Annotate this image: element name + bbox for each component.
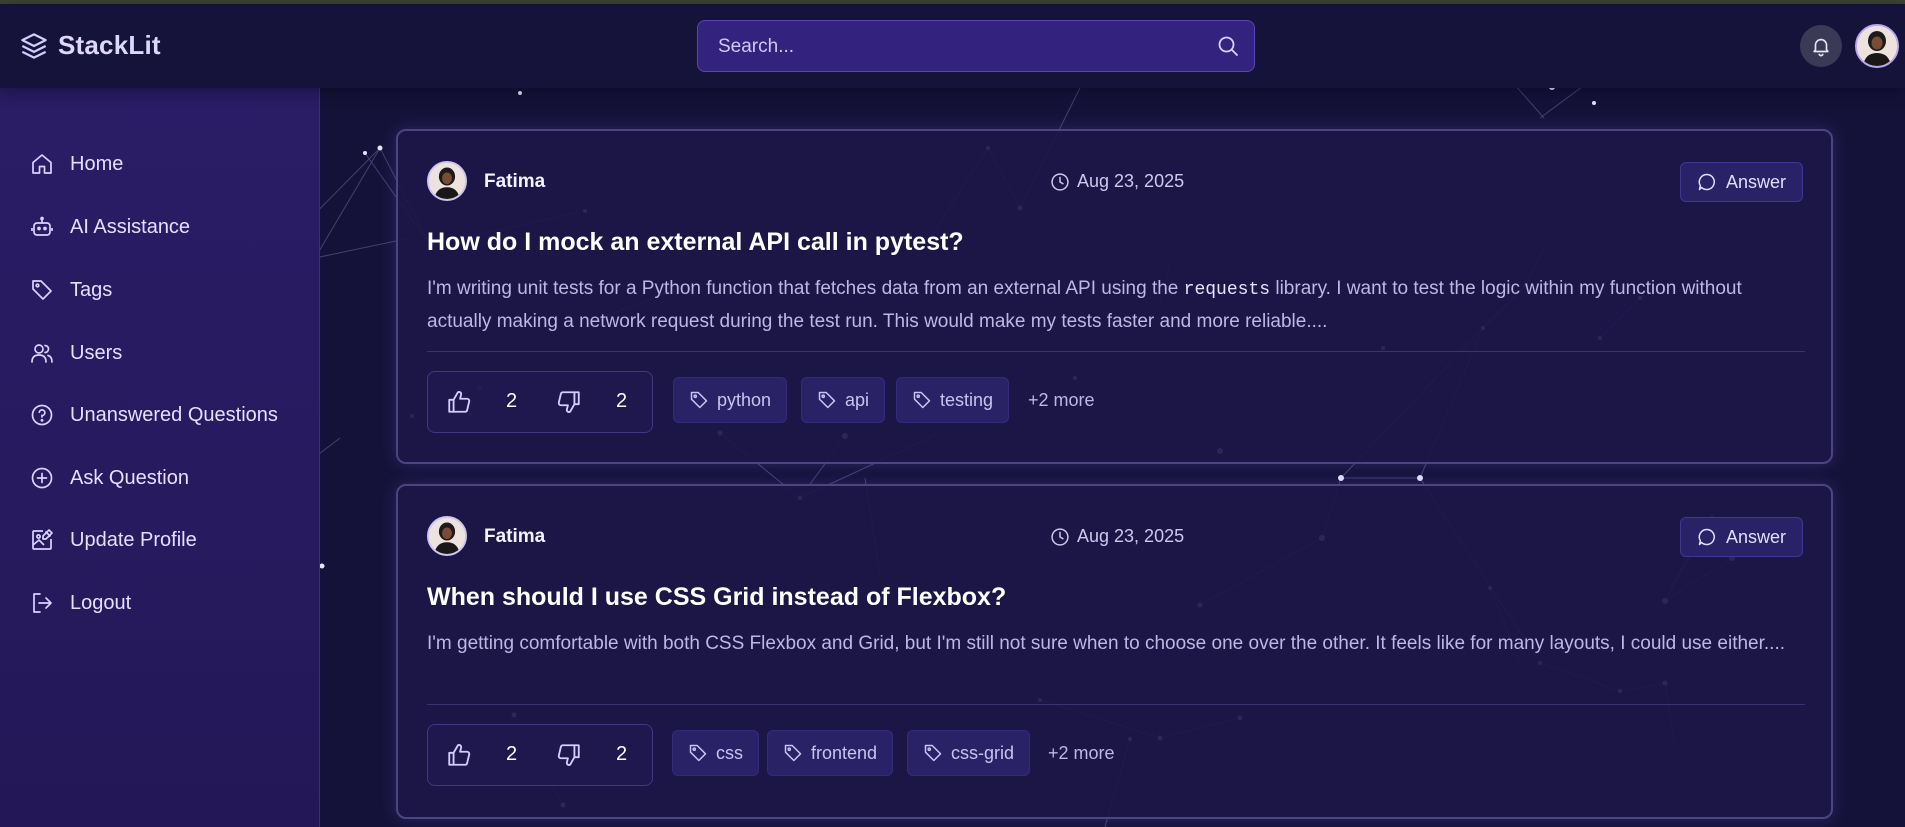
sidebar-item-label: AI Assistance: [70, 215, 191, 238]
tag-chip[interactable]: frontend: [767, 730, 894, 776]
more-tags[interactable]: +2 more: [1048, 743, 1115, 764]
tag-icon: [32, 280, 52, 300]
card-divider: [427, 704, 1805, 705]
sidebar-item-label: Logout: [70, 591, 132, 614]
answer-button[interactable]: Answer: [1679, 517, 1803, 557]
upvote-count: 2: [506, 390, 518, 412]
sidebar-item-label: Update Profile: [70, 528, 197, 551]
tag-icon: [690, 391, 708, 409]
question-circle-icon: [31, 404, 53, 426]
sidebar-item-label: Ask Question: [70, 466, 189, 489]
question-card[interactable]: Fatima Aug 23, 2025 Answer How do I mock…: [396, 129, 1833, 464]
question-card[interactable]: Fatima Aug 23, 2025 Answer When should I…: [396, 484, 1833, 819]
image-edit-icon: [32, 529, 53, 550]
layers-icon: [21, 32, 47, 59]
main-content: Fatima Aug 23, 2025 Answer How do I mock…: [320, 88, 1905, 827]
home-icon: [32, 154, 52, 174]
tag-label: css-grid: [951, 742, 1015, 763]
post-date-text: Aug 23, 2025: [1077, 526, 1185, 546]
question-title[interactable]: When should I use CSS Grid instead of Fl…: [427, 583, 1006, 612]
thumbs-down-icon[interactable]: [556, 742, 582, 768]
avatar-image: [429, 163, 465, 199]
sidebar-item-logout[interactable]: Logout: [30, 583, 131, 623]
question-excerpt: I'm getting comfortable with both CSS Fl…: [427, 633, 1785, 654]
search-input[interactable]: [698, 21, 1200, 72]
author-avatar[interactable]: [427, 516, 467, 556]
sidebar-item-ask-question[interactable]: Ask Question: [30, 458, 189, 498]
inline-code: requests: [1183, 280, 1271, 300]
bell-icon: [1813, 38, 1829, 57]
thumbs-up-icon[interactable]: [446, 389, 472, 415]
post-date: Aug 23, 2025: [1050, 526, 1184, 547]
chat-bubble-icon: [1698, 173, 1715, 191]
author-avatar[interactable]: [427, 161, 467, 201]
sidebar-item-ai-assistance[interactable]: AI Assistance: [30, 207, 190, 247]
sidebar-item-unanswered-questions[interactable]: Unanswered Questions: [30, 395, 278, 435]
robot-icon: [31, 216, 53, 236]
sidebar-item-label: Tags: [70, 278, 113, 301]
tag-label: python: [717, 389, 772, 410]
search-bar[interactable]: [697, 20, 1255, 72]
top-header: StackLit: [0, 4, 1905, 88]
author-name[interactable]: Fatima: [484, 171, 545, 193]
sidebar: Home AI Assistance Tags Users Unanswered…: [0, 88, 320, 827]
sidebar-item-update-profile[interactable]: Update Profile: [30, 520, 197, 560]
sidebar-item-label: Unanswered Questions: [70, 403, 278, 426]
tag-icon: [689, 744, 707, 762]
tag-chip[interactable]: api: [801, 377, 886, 423]
notifications-button[interactable]: [1800, 25, 1842, 67]
vote-box: 2 2: [427, 724, 653, 786]
sidebar-item-tags[interactable]: Tags: [30, 270, 112, 310]
excerpt-text: I'm writing unit tests for a Python func…: [427, 278, 1184, 299]
search-icon[interactable]: [1216, 34, 1240, 58]
downvote-count: 2: [616, 390, 628, 412]
plus-circle-icon: [31, 467, 53, 489]
clock-icon: [1051, 172, 1069, 191]
tag-chip[interactable]: python: [673, 377, 788, 423]
answer-button-label: Answer: [1725, 171, 1786, 192]
question-title[interactable]: How do I mock an external API call in py…: [427, 228, 964, 257]
clock-icon: [1051, 527, 1069, 546]
more-tags[interactable]: +2 more: [1028, 390, 1095, 411]
tag-label: api: [845, 389, 870, 410]
avatar-image: [1857, 26, 1897, 66]
thumbs-down-icon[interactable]: [556, 389, 582, 415]
post-date-text: Aug 23, 2025: [1077, 171, 1185, 191]
tag-icon: [913, 391, 931, 409]
answer-button[interactable]: Answer: [1679, 162, 1803, 202]
tag-chip[interactable]: testing: [896, 377, 1010, 423]
tag-chip[interactable]: css-grid: [907, 730, 1031, 776]
tag-label: testing: [940, 389, 994, 410]
tag-label: frontend: [811, 742, 878, 763]
avatar-image: [429, 518, 465, 554]
users-icon: [31, 344, 53, 363]
question-excerpt: I'm writing unit tests for a Python func…: [427, 273, 1807, 337]
downvote-count: 2: [616, 743, 628, 765]
sidebar-item-label: Home: [70, 152, 124, 175]
tag-icon: [818, 391, 836, 409]
sidebar-item-label: Users: [70, 341, 123, 364]
post-date: Aug 23, 2025: [1050, 171, 1184, 192]
tag-chip[interactable]: css: [672, 730, 759, 776]
upvote-count: 2: [506, 743, 518, 765]
card-divider: [427, 351, 1805, 352]
brand-name: StackLit: [58, 30, 161, 60]
sidebar-item-home[interactable]: Home: [30, 144, 123, 184]
tag-icon: [784, 744, 802, 762]
brand-logo[interactable]: StackLit: [20, 30, 161, 61]
tag-icon: [924, 744, 942, 762]
tag-label: css: [716, 742, 743, 763]
thumbs-up-icon[interactable]: [446, 742, 472, 768]
sidebar-item-users[interactable]: Users: [30, 333, 122, 373]
answer-button-label: Answer: [1725, 526, 1786, 547]
logout-icon: [33, 593, 52, 613]
author-name[interactable]: Fatima: [484, 526, 545, 548]
chat-bubble-icon: [1698, 528, 1715, 546]
user-avatar[interactable]: [1855, 24, 1899, 68]
vote-box: 2 2: [427, 371, 653, 433]
